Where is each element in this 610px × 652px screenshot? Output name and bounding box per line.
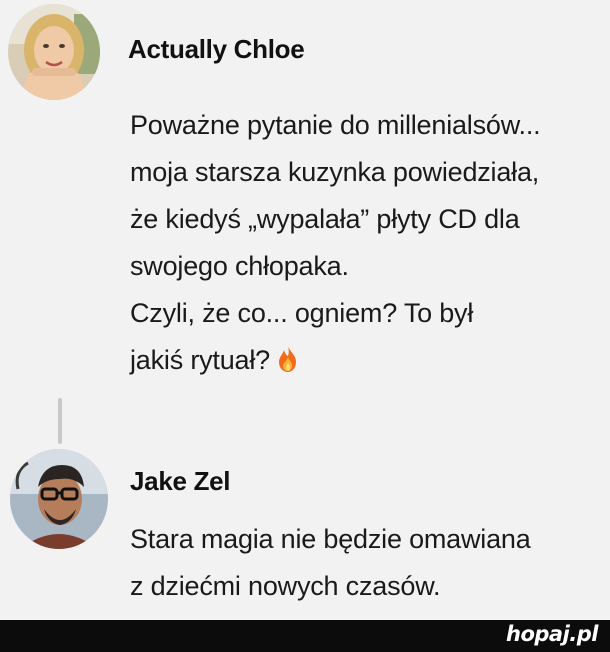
message-line: Poważne pytanie do millenialsów... (130, 110, 541, 140)
message-line-last: jakiś rytuał? (130, 337, 540, 384)
fire-icon (278, 346, 296, 372)
brand-logo[interactable]: hopaj.pl (506, 622, 599, 646)
author-name[interactable]: Actually Chloe (128, 34, 305, 65)
message-line-text: jakiś rytuał? (130, 345, 270, 375)
message-line: z dziećmi nowych czasów. (130, 571, 441, 601)
message-line: swojego chłopaka. (130, 251, 349, 281)
message-line: Czyli, że co... ogniem? To był (130, 298, 474, 328)
message-line: Stara magia nie będzie omawiana (130, 524, 531, 554)
avatar[interactable] (10, 449, 108, 549)
reply-message: Stara magia nie będzie omawiana z dziećm… (130, 516, 531, 610)
post-message: Poważne pytanie do millenialsów... moja … (130, 102, 541, 384)
thread-connector (58, 398, 62, 444)
author-name[interactable]: Jake Zel (130, 466, 231, 497)
footer-bar: hopaj.pl (0, 620, 610, 652)
user-avatar-icon (10, 449, 108, 549)
message-line: że kiedyś „wypalała” płyty CD dla (130, 204, 520, 234)
message-line: moja starsza kuzynka powiedziała, (130, 157, 540, 187)
avatar[interactable] (8, 4, 100, 100)
user-avatar-icon (8, 4, 100, 100)
post-thread: Actually Chloe Poważne pytanie do millen… (0, 0, 610, 620)
